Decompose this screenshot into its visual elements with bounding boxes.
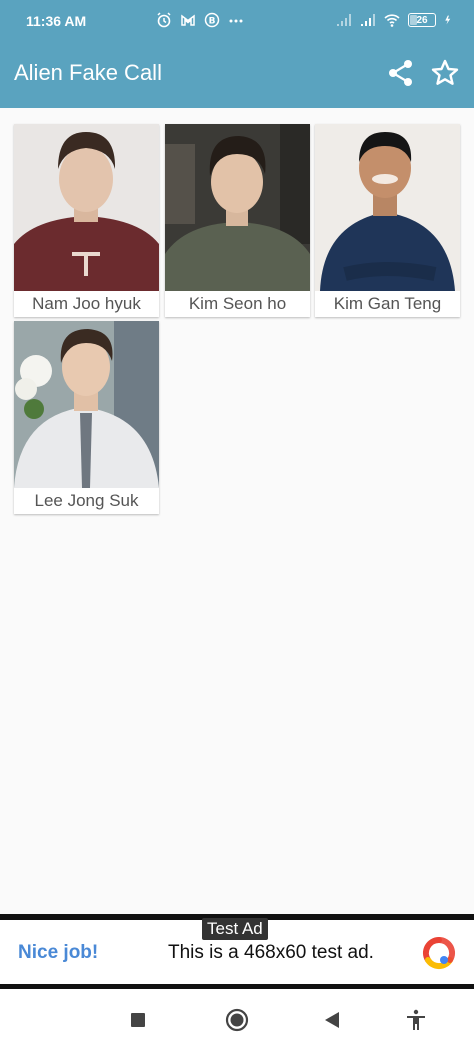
contact-card-kim-gan-teng[interactable]: Kim Gan Teng xyxy=(315,124,460,317)
wifi-icon xyxy=(384,14,400,27)
signal-icon xyxy=(337,14,351,26)
contact-photo xyxy=(165,124,310,291)
contact-card-kim-seon-ho[interactable]: Kim Seon ho xyxy=(165,124,310,317)
b-badge-icon: B xyxy=(204,12,220,28)
battery-icon: 26 xyxy=(408,13,436,27)
home-icon[interactable] xyxy=(225,1008,249,1032)
status-bar: 11:36 AM B 26 xyxy=(0,0,474,44)
contact-name: Kim Seon ho xyxy=(188,294,287,313)
ad-text[interactable]: This is a 468x60 test ad. xyxy=(168,942,374,964)
contact-photo xyxy=(14,321,159,488)
google-ads-logo-icon[interactable] xyxy=(422,936,456,970)
contact-photo xyxy=(315,124,460,291)
status-icons-right: 26 xyxy=(336,12,454,28)
contact-card-nam-joo-hyuk[interactable]: Nam Joo hyuk xyxy=(14,124,159,317)
ad-headline[interactable]: Nice job! xyxy=(18,942,98,964)
share-icon[interactable] xyxy=(386,58,416,88)
alarm-icon xyxy=(157,12,171,28)
contact-photo xyxy=(14,124,159,291)
svg-text:B: B xyxy=(209,17,216,27)
contact-name: Nam Joo hyuk xyxy=(32,294,141,313)
signal-icon xyxy=(361,14,375,26)
app-title: Alien Fake Call xyxy=(14,60,162,85)
status-time: 11:36 AM xyxy=(26,13,87,29)
charging-icon xyxy=(445,15,451,25)
back-icon[interactable] xyxy=(320,1008,344,1032)
contact-name: Lee Jong Suk xyxy=(34,491,139,510)
more-dots-icon xyxy=(229,19,243,23)
test-ad-badge: Test Ad xyxy=(202,918,268,940)
star-icon[interactable] xyxy=(430,58,460,88)
status-icons-left: B xyxy=(100,12,244,28)
accessibility-icon[interactable] xyxy=(404,1008,428,1032)
battery-level: 26 xyxy=(416,15,428,26)
recents-icon[interactable] xyxy=(126,1008,150,1032)
gmail-icon xyxy=(181,14,195,26)
contact-card-lee-jong-suk[interactable]: Lee Jong Suk xyxy=(14,321,159,514)
contact-name: Kim Gan Teng xyxy=(333,294,442,313)
